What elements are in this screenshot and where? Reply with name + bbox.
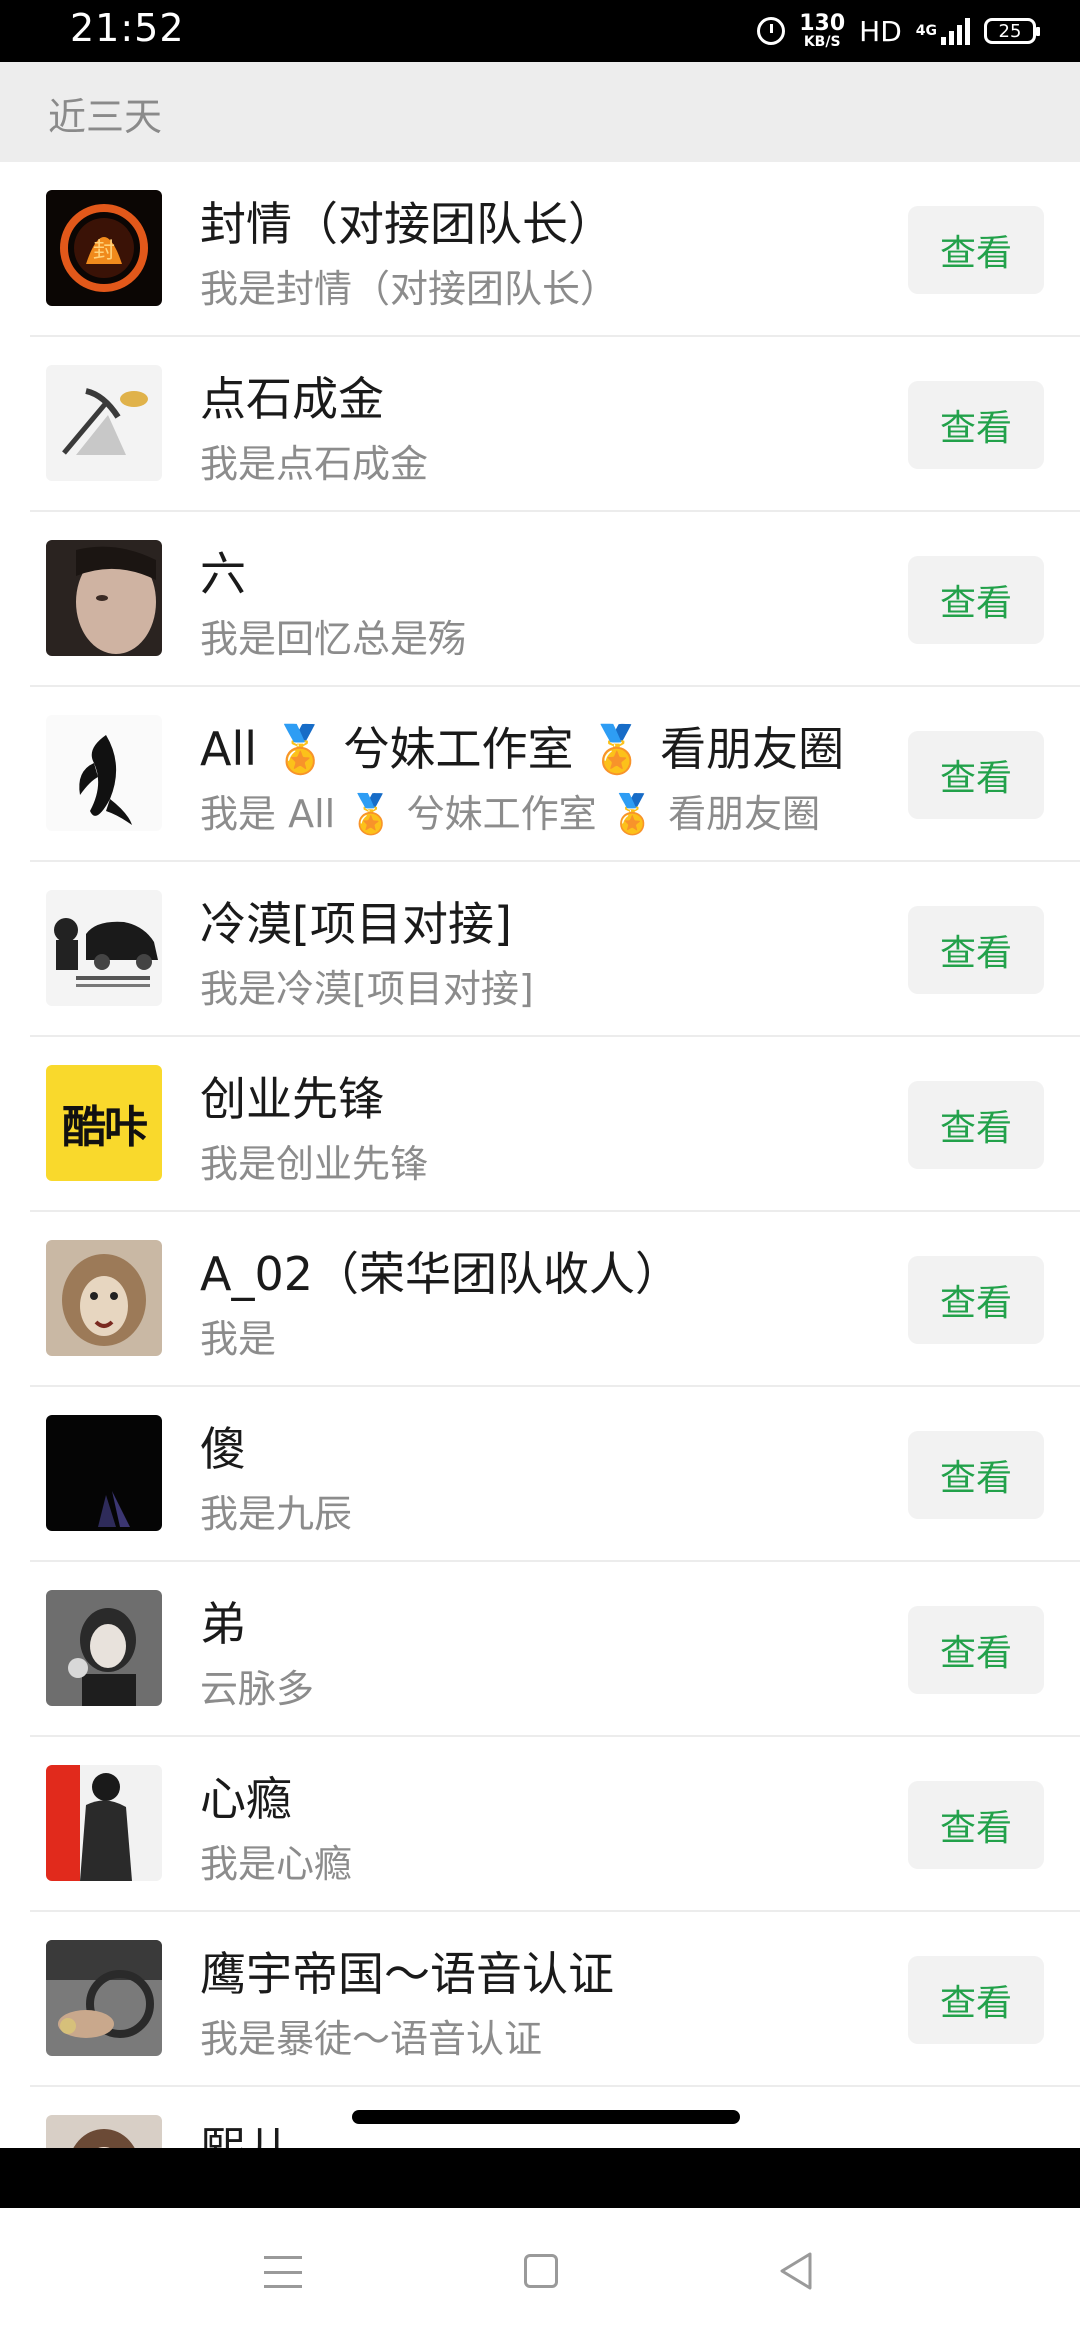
request-message: 我是暴徒～语音认证 <box>200 2017 543 2061</box>
square-home-icon[interactable] <box>524 2254 558 2288</box>
request-message: 我是 All 🏅 兮妹工作室 🏅 看朋友圈 <box>200 792 821 836</box>
contact-name: 弟 <box>200 1597 246 1651</box>
battery-icon: 25 <box>984 18 1040 44</box>
request-message: 云脉多 <box>200 1667 315 1711</box>
system-nav-bar <box>0 2208 1080 2340</box>
svg-text:封: 封 <box>93 239 115 264</box>
home-indicator[interactable] <box>352 2110 740 2124</box>
list-item[interactable]: 心瘾 我是心瘾 查看 <box>0 1737 1080 1912</box>
request-message: 我是创业先锋 <box>200 1142 429 1186</box>
view-button[interactable]: 查看 <box>908 381 1044 469</box>
section-header-label: 近三天 <box>48 95 163 139</box>
kuka-logo-avatar[interactable]: 酷咔 <box>46 1065 162 1181</box>
contact-name: 心瘾 <box>200 1772 292 1826</box>
view-button[interactable]: 查看 <box>908 1781 1044 1869</box>
bottom-band <box>0 2148 1080 2208</box>
car-interior-avatar[interactable] <box>46 1940 162 2056</box>
lion-avatar[interactable] <box>46 1240 162 1356</box>
list-item[interactable]: 鹰宇帝国～语音认证 我是暴徒～语音认证 查看 <box>0 1912 1080 2087</box>
red-wall-avatar[interactable] <box>46 1765 162 1881</box>
status-bar: 21:52 130 KB/S HD 4G 25 <box>0 0 1080 62</box>
list-item[interactable]: 弟 云脉多 查看 <box>0 1562 1080 1737</box>
status-time: 21:52 <box>70 6 185 50</box>
network-speed-unit: KB/S <box>803 34 841 50</box>
contact-name: 创业先锋 <box>200 1072 384 1126</box>
alarm-icon <box>757 17 786 45</box>
request-message: 我是九辰 <box>200 1492 353 1536</box>
hd-label: HD <box>859 14 902 48</box>
friend-request-list: 封 封情（对接团队长） 我是封情（对接团队长） 查看 点石成金 我是点石成金 查… <box>0 162 1080 2262</box>
request-message: 我是封情（对接团队长） <box>200 267 619 311</box>
contact-name: 傻 <box>200 1422 246 1476</box>
view-button[interactable]: 查看 <box>908 731 1044 819</box>
view-button[interactable]: 查看 <box>908 1431 1044 1519</box>
request-message: 我是回忆总是殇 <box>200 617 467 661</box>
view-button[interactable]: 查看 <box>908 1956 1044 2044</box>
list-item[interactable]: All 🏅 兮妹工作室 🏅 看朋友圈 我是 All 🏅 兮妹工作室 🏅 看朋友圈… <box>0 687 1080 862</box>
list-item[interactable]: 傻 我是九辰 查看 <box>0 1387 1080 1562</box>
list-item[interactable]: 冷漠[项目对接] 我是冷漠[项目对接] 查看 <box>0 862 1080 1037</box>
dark-avatar[interactable] <box>46 1415 162 1531</box>
fire-logo-avatar[interactable]: 封 <box>46 190 162 306</box>
view-button[interactable]: 查看 <box>908 1081 1044 1169</box>
list-item[interactable]: 酷咔 创业先锋 我是创业先锋 查看 <box>0 1037 1080 1212</box>
contact-name: 冷漠[项目对接] <box>200 897 512 951</box>
anime-girl-avatar[interactable] <box>46 1590 162 1706</box>
menu-icon[interactable] <box>264 2256 302 2288</box>
avatar-logo-text: 酷咔 <box>62 1102 148 1153</box>
view-button[interactable]: 查看 <box>908 1256 1044 1344</box>
contact-name: All 🏅 兮妹工作室 🏅 看朋友圈 <box>200 722 845 776</box>
request-message: 我是 <box>200 1317 277 1361</box>
view-button[interactable]: 查看 <box>908 1606 1044 1694</box>
contact-name: 封情（对接团队长） <box>200 197 614 251</box>
view-button[interactable]: 查看 <box>908 906 1044 994</box>
network-speed-value: 130 <box>799 11 846 36</box>
contact-name: 鹰宇帝国～语音认证 <box>200 1947 614 2001</box>
pickaxe-gold-avatar[interactable] <box>46 365 162 481</box>
request-message: 我是心瘾 <box>200 1842 353 1886</box>
view-button[interactable]: 查看 <box>908 556 1044 644</box>
request-message: 我是冷漠[项目对接] <box>200 967 534 1011</box>
list-item[interactable]: A_02（荣华团队收人） 我是 查看 <box>0 1212 1080 1387</box>
network-speed: 130 KB/S <box>799 11 846 50</box>
contact-name: 点石成金 <box>200 372 384 426</box>
triangle-back-icon[interactable] <box>776 2250 816 2292</box>
signal-icon <box>941 17 970 45</box>
view-button[interactable]: 查看 <box>908 206 1044 294</box>
list-item[interactable]: 点石成金 我是点石成金 查看 <box>0 337 1080 512</box>
list-item[interactable]: 封 封情（对接团队长） 我是封情（对接团队长） 查看 <box>0 162 1080 337</box>
section-header: 近三天 <box>0 62 1080 162</box>
contact-name: 六 <box>200 547 246 601</box>
request-message: 我是点石成金 <box>200 442 429 486</box>
network-type: 4G <box>915 23 937 39</box>
man-portrait-avatar[interactable] <box>46 540 162 656</box>
list-item[interactable]: 六 我是回忆总是殇 查看 <box>0 512 1080 687</box>
battery-level: 25 <box>998 20 1022 42</box>
car-avatar[interactable] <box>46 890 162 1006</box>
contact-name: A_02（荣华团队收人） <box>200 1247 682 1301</box>
ink-fish-avatar[interactable] <box>46 715 162 831</box>
